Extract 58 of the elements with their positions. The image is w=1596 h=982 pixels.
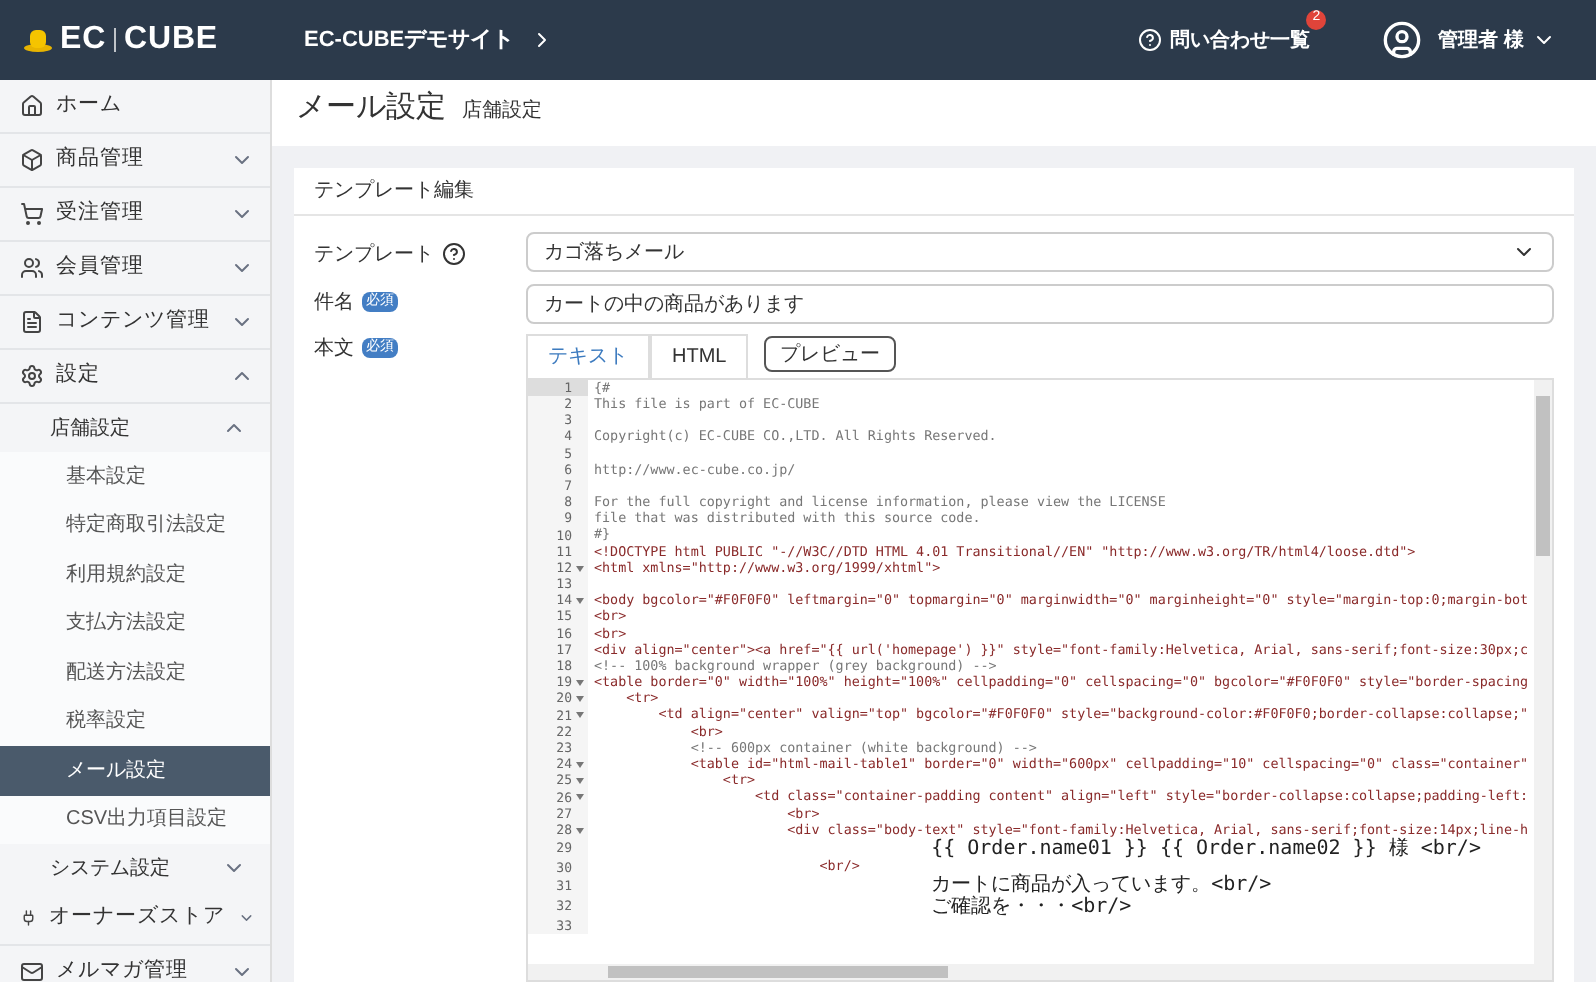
help-icon — [1138, 28, 1163, 52]
sidebar-item[interactable]: 受注管理 — [0, 188, 270, 242]
sidebar-item[interactable]: 商品管理 — [0, 134, 270, 188]
code-line: {{ Order.name01 }} {{ Order.name02 }} 様 <br/> — [929, 839, 1481, 859]
field-label: テンプレート — [314, 241, 434, 269]
hat-logo-icon — [24, 28, 52, 52]
fold-caret-icon[interactable] — [575, 761, 583, 768]
sidebar-item[interactable]: コンテンツ管理 — [0, 296, 270, 350]
sidebar-item[interactable]: 会員管理 — [0, 242, 270, 296]
sidebar-link[interactable]: 配送方法設定 — [0, 648, 270, 697]
sidebar-link[interactable]: 支払方法設定 — [0, 599, 270, 648]
home-icon — [20, 94, 44, 118]
sidebar-link[interactable]: メール設定 — [0, 746, 270, 795]
avatar-icon — [1382, 20, 1423, 60]
fold-caret-icon[interactable] — [575, 696, 583, 703]
sidebar-item[interactable]: ホーム — [0, 80, 270, 134]
card-title: テンプレート編集 — [294, 168, 1574, 216]
sidebar-link[interactable]: CSV出力項目設定 — [0, 795, 270, 844]
code-editor[interactable] — [526, 378, 1554, 982]
sidebar-link[interactable]: 利用規約設定 — [0, 550, 270, 599]
sidebar-link[interactable]: 基本設定 — [0, 452, 270, 501]
page-subtitle: 店舗設定 — [462, 97, 542, 126]
fold-caret-icon[interactable] — [575, 794, 583, 801]
sidebar-item[interactable]: オーナーズストア — [0, 892, 270, 946]
sidebar-item[interactable]: メルマガ管理 — [0, 946, 270, 982]
fold-caret-icon[interactable] — [575, 778, 583, 785]
logo-text: EC — [60, 20, 107, 60]
sidebar-link[interactable]: 特定商取引法設定 — [0, 501, 270, 550]
code-line: ご確認を・・・<br/> — [929, 897, 1132, 918]
fold-caret-icon[interactable] — [575, 827, 583, 834]
site-name-link[interactable]: EC-CUBEデモサイト — [304, 23, 515, 57]
vertical-scrollbar[interactable] — [1534, 380, 1552, 964]
logo-text: CUBE — [124, 20, 218, 60]
editor-tab[interactable]: テキスト — [526, 334, 650, 378]
editor-tab[interactable]: HTML — [650, 334, 749, 378]
template-select[interactable]: カゴ落ちメール — [526, 232, 1554, 272]
fold-caret-icon[interactable] — [575, 712, 583, 719]
fold-caret-icon[interactable] — [575, 598, 583, 605]
subject-input-field[interactable]: カートの中の商品があります — [526, 284, 1554, 324]
code-line: カートに商品が入っています。<br/> — [929, 876, 1272, 897]
cart-icon — [20, 202, 44, 226]
field-label: 本文 — [314, 335, 354, 363]
fold-caret-icon[interactable] — [575, 565, 583, 572]
inquiries-link[interactable]: 問い合わせ一覧 — [1170, 25, 1311, 55]
help-icon — [442, 242, 466, 266]
users-icon — [20, 256, 44, 280]
horizontal-scrollbar[interactable] — [528, 964, 1552, 980]
field-label: 件名 — [314, 289, 354, 317]
mail-icon — [20, 960, 44, 982]
user-name[interactable]: 管理者 様 — [1438, 25, 1524, 55]
page-title: メール設定 — [296, 87, 446, 127]
settings-icon — [20, 364, 44, 388]
plug-icon — [20, 906, 37, 930]
sidebar-link[interactable]: 税率設定 — [0, 697, 270, 746]
preview-button[interactable]: プレビュー — [764, 336, 897, 372]
document-icon — [20, 310, 44, 334]
fold-caret-icon[interactable] — [575, 679, 583, 686]
box-icon — [20, 148, 44, 172]
